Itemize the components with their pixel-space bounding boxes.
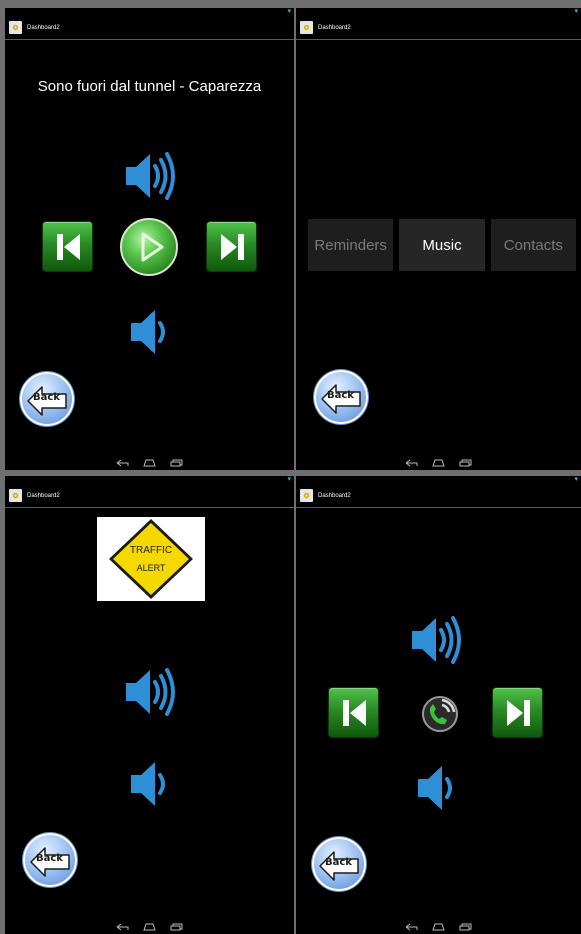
wifi-icon: ▾ [287,476,291,483]
phone-call-icon[interactable] [418,694,462,734]
status-bar: ▾ [296,476,581,484]
system-nav-bar [296,458,581,468]
traffic-alert-screen: ▾ Dashboard2 TRAFFIC ALERT Back [5,476,294,934]
previous-track-button[interactable] [42,221,93,272]
volume-up-icon[interactable] [408,612,466,668]
action-bar: Dashboard2 [5,16,294,40]
volume-down-icon[interactable] [129,306,169,358]
system-nav-bar [296,922,581,932]
app-gear-icon [300,489,313,502]
main-menu-screen: ▾ Dashboard2 Reminders Music Contacts Ba… [296,8,581,470]
song-title: Sono fuori dal tunnel - Caparezza [37,78,262,95]
nav-back-icon[interactable] [405,454,418,470]
nav-home-icon[interactable] [432,918,445,934]
skip-next-icon [221,234,244,260]
skip-next-icon [507,700,530,726]
sign-line-1: TRAFFIC [129,545,173,556]
nav-home-icon[interactable] [432,454,445,470]
nav-home-icon[interactable] [143,454,156,470]
status-bar: ▾ [296,8,581,16]
tab-reminders[interactable]: Reminders [308,219,394,271]
back-label: Back [36,853,63,864]
volume-down-icon[interactable] [416,762,456,814]
nav-home-icon[interactable] [143,918,156,934]
system-nav-bar [5,458,294,468]
app-title: Dashboard2 [318,492,351,499]
app-gear-icon [9,489,22,502]
nav-back-icon[interactable] [116,918,129,934]
app-title: Dashboard2 [27,492,60,499]
nav-back-icon[interactable] [116,454,129,470]
action-bar: Dashboard2 [296,484,581,508]
play-button[interactable] [120,218,178,276]
back-label: Back [325,857,352,868]
back-button[interactable]: Back [20,372,74,426]
volume-up-icon[interactable] [122,664,180,720]
next-track-button[interactable] [492,687,543,738]
tab-music[interactable]: Music [399,219,485,271]
back-button[interactable]: Back [23,833,77,887]
tab-contacts[interactable]: Contacts [490,219,576,271]
nav-recents-icon[interactable] [170,918,183,934]
app-title: Dashboard2 [27,24,60,31]
action-bar: Dashboard2 [296,16,581,40]
app-gear-icon [9,21,22,34]
sign-line-2: ALERT [136,563,166,573]
status-bar: ▾ [5,8,294,16]
system-nav-bar [5,922,294,932]
menu-tabs: Reminders Music Contacts [308,219,576,271]
nav-recents-icon[interactable] [170,454,183,470]
wifi-icon: ▾ [574,476,578,483]
music-player-screen: ▾ Dashboard2 Sono fuori dal tunnel - Cap… [5,8,294,470]
volume-down-icon[interactable] [129,758,169,810]
back-label: Back [327,390,354,401]
skip-previous-icon [343,700,366,726]
traffic-alert-sign: TRAFFIC ALERT [97,517,205,601]
app-gear-icon [300,21,313,34]
wifi-icon: ▾ [287,8,291,15]
back-label: Back [33,392,60,403]
next-track-button[interactable] [206,221,257,272]
action-bar: Dashboard2 [5,484,294,508]
back-button[interactable]: Back [312,837,366,891]
app-title: Dashboard2 [318,24,351,31]
play-icon [141,232,164,262]
back-button[interactable]: Back [314,370,368,424]
nav-back-icon[interactable] [405,918,418,934]
status-bar: ▾ [5,476,294,484]
warning-sign-icon [109,519,193,599]
previous-track-button[interactable] [328,687,379,738]
nav-recents-icon[interactable] [459,454,472,470]
nav-recents-icon[interactable] [459,918,472,934]
volume-up-icon[interactable] [122,148,180,204]
skip-previous-icon [57,234,80,260]
call-controls-screen: ▾ Dashboard2 Back [296,476,581,934]
wifi-icon: ▾ [574,8,578,15]
